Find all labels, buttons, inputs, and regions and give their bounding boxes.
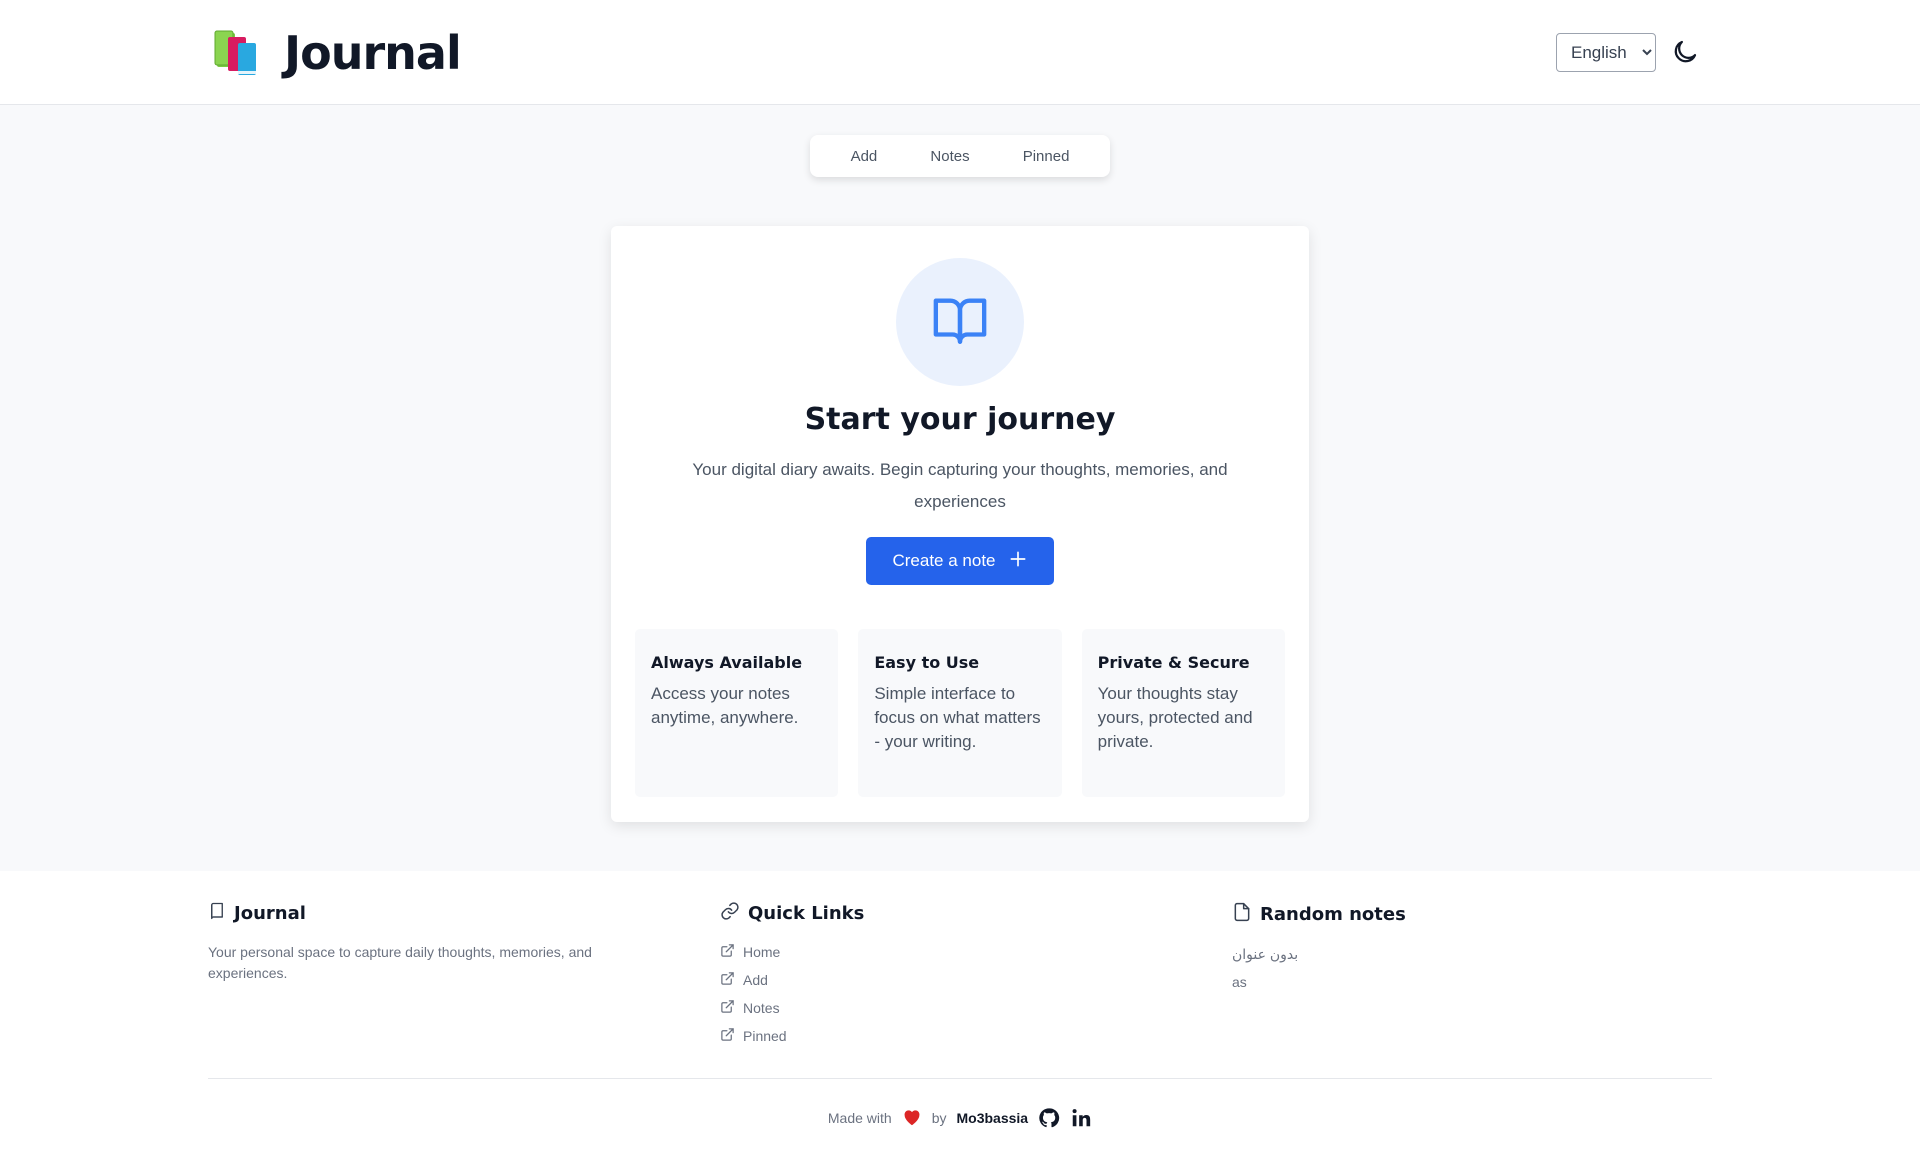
external-link-icon [720,1027,735,1045]
quick-link-label: Add [743,972,768,988]
create-note-button[interactable]: Create a note [866,537,1054,585]
footer-quick-links-title: Quick Links [748,903,865,924]
create-note-label: Create a note [892,551,996,570]
app-title: Journal [284,26,462,80]
footer-about: Journal Your personal space to capture d… [208,901,658,984]
footer-about-description: Your personal space to capture daily tho… [208,944,592,981]
quick-links-list: Home Add Notes Pinned [720,938,864,1050]
top-header: Journal English [0,0,1920,105]
footer-random-notes: Random notes بدون عنوان as [1232,901,1406,996]
tab-pinned[interactable]: Pinned [1013,142,1080,171]
quick-link-home[interactable]: Home [720,938,864,966]
nav-tabs: Add Notes Pinned [810,135,1110,177]
welcome-card: Start your journey Your digital diary aw… [611,226,1309,822]
footer-quick-links-heading: Quick Links [720,901,864,926]
feature-text: Your thoughts stay yours, protected and … [1097,684,1253,751]
feature-title: Private & Secure [1097,653,1250,672]
books-icon [214,27,266,79]
page-footer: Journal Your personal space to capture d… [0,871,1920,1165]
hero-title: Start your journey [804,402,1116,437]
by-text: by [931,1110,947,1126]
external-link-icon [720,943,735,961]
hero-subtitle: Your digital diary awaits. Begin capturi… [692,460,1228,511]
moon-icon[interactable] [1670,37,1700,67]
github-icon[interactable] [1038,1107,1060,1129]
footer-divider [208,1078,1712,1079]
feature-list: Always Available Access your notes anyti… [635,629,1285,797]
footer-random-notes-heading: Random notes [1232,901,1406,928]
hero-icon-circle [896,258,1024,386]
quick-link-label: Notes [743,1000,780,1016]
random-notes-list: بدون عنوان as [1232,940,1406,996]
open-book-icon [931,291,989,354]
link-icon [720,901,740,926]
feature-text: Simple interface to focus on what matter… [874,684,1041,751]
tab-add[interactable]: Add [841,142,888,171]
made-with-credit: Made with by Mo3bassia [0,1107,1920,1129]
quick-link-label: Home [743,944,781,960]
heart-icon [902,1108,922,1129]
author-name[interactable]: Mo3bassia [957,1110,1029,1126]
feature-title: Always Available [651,653,803,672]
linkedin-icon[interactable] [1070,1107,1092,1129]
language-select[interactable]: English [1556,33,1656,72]
quick-link-label: Pinned [743,1028,787,1044]
made-with-text: Made with [827,1110,892,1126]
feature-text: Access your notes anytime, anywhere. [651,684,799,727]
quick-link-add[interactable]: Add [720,966,864,994]
footer-about-title: Journal [234,903,306,924]
plus-icon [1008,549,1028,574]
footer-random-notes-title: Random notes [1260,904,1406,925]
document-icon [1232,901,1252,928]
tab-notes[interactable]: Notes [920,142,979,171]
footer-about-heading: Journal [208,901,658,926]
quick-link-notes[interactable]: Notes [720,994,864,1022]
feature-private-secure: Private & Secure Your thoughts stay your… [1081,629,1285,797]
external-link-icon [720,971,735,989]
external-link-icon [720,999,735,1017]
quick-link-pinned[interactable]: Pinned [720,1022,864,1050]
book-icon [208,901,226,926]
feature-easy-to-use: Easy to Use Simple interface to focus on… [858,629,1062,797]
random-note-item[interactable]: بدون عنوان [1232,940,1406,968]
footer-quick-links: Quick Links Home Add Notes Pinned [720,901,864,1050]
app-logo[interactable]: Journal [214,26,462,80]
feature-always-available: Always Available Access your notes anyti… [635,629,839,797]
random-note-item[interactable]: as [1232,968,1406,996]
feature-title: Easy to Use [874,653,980,672]
